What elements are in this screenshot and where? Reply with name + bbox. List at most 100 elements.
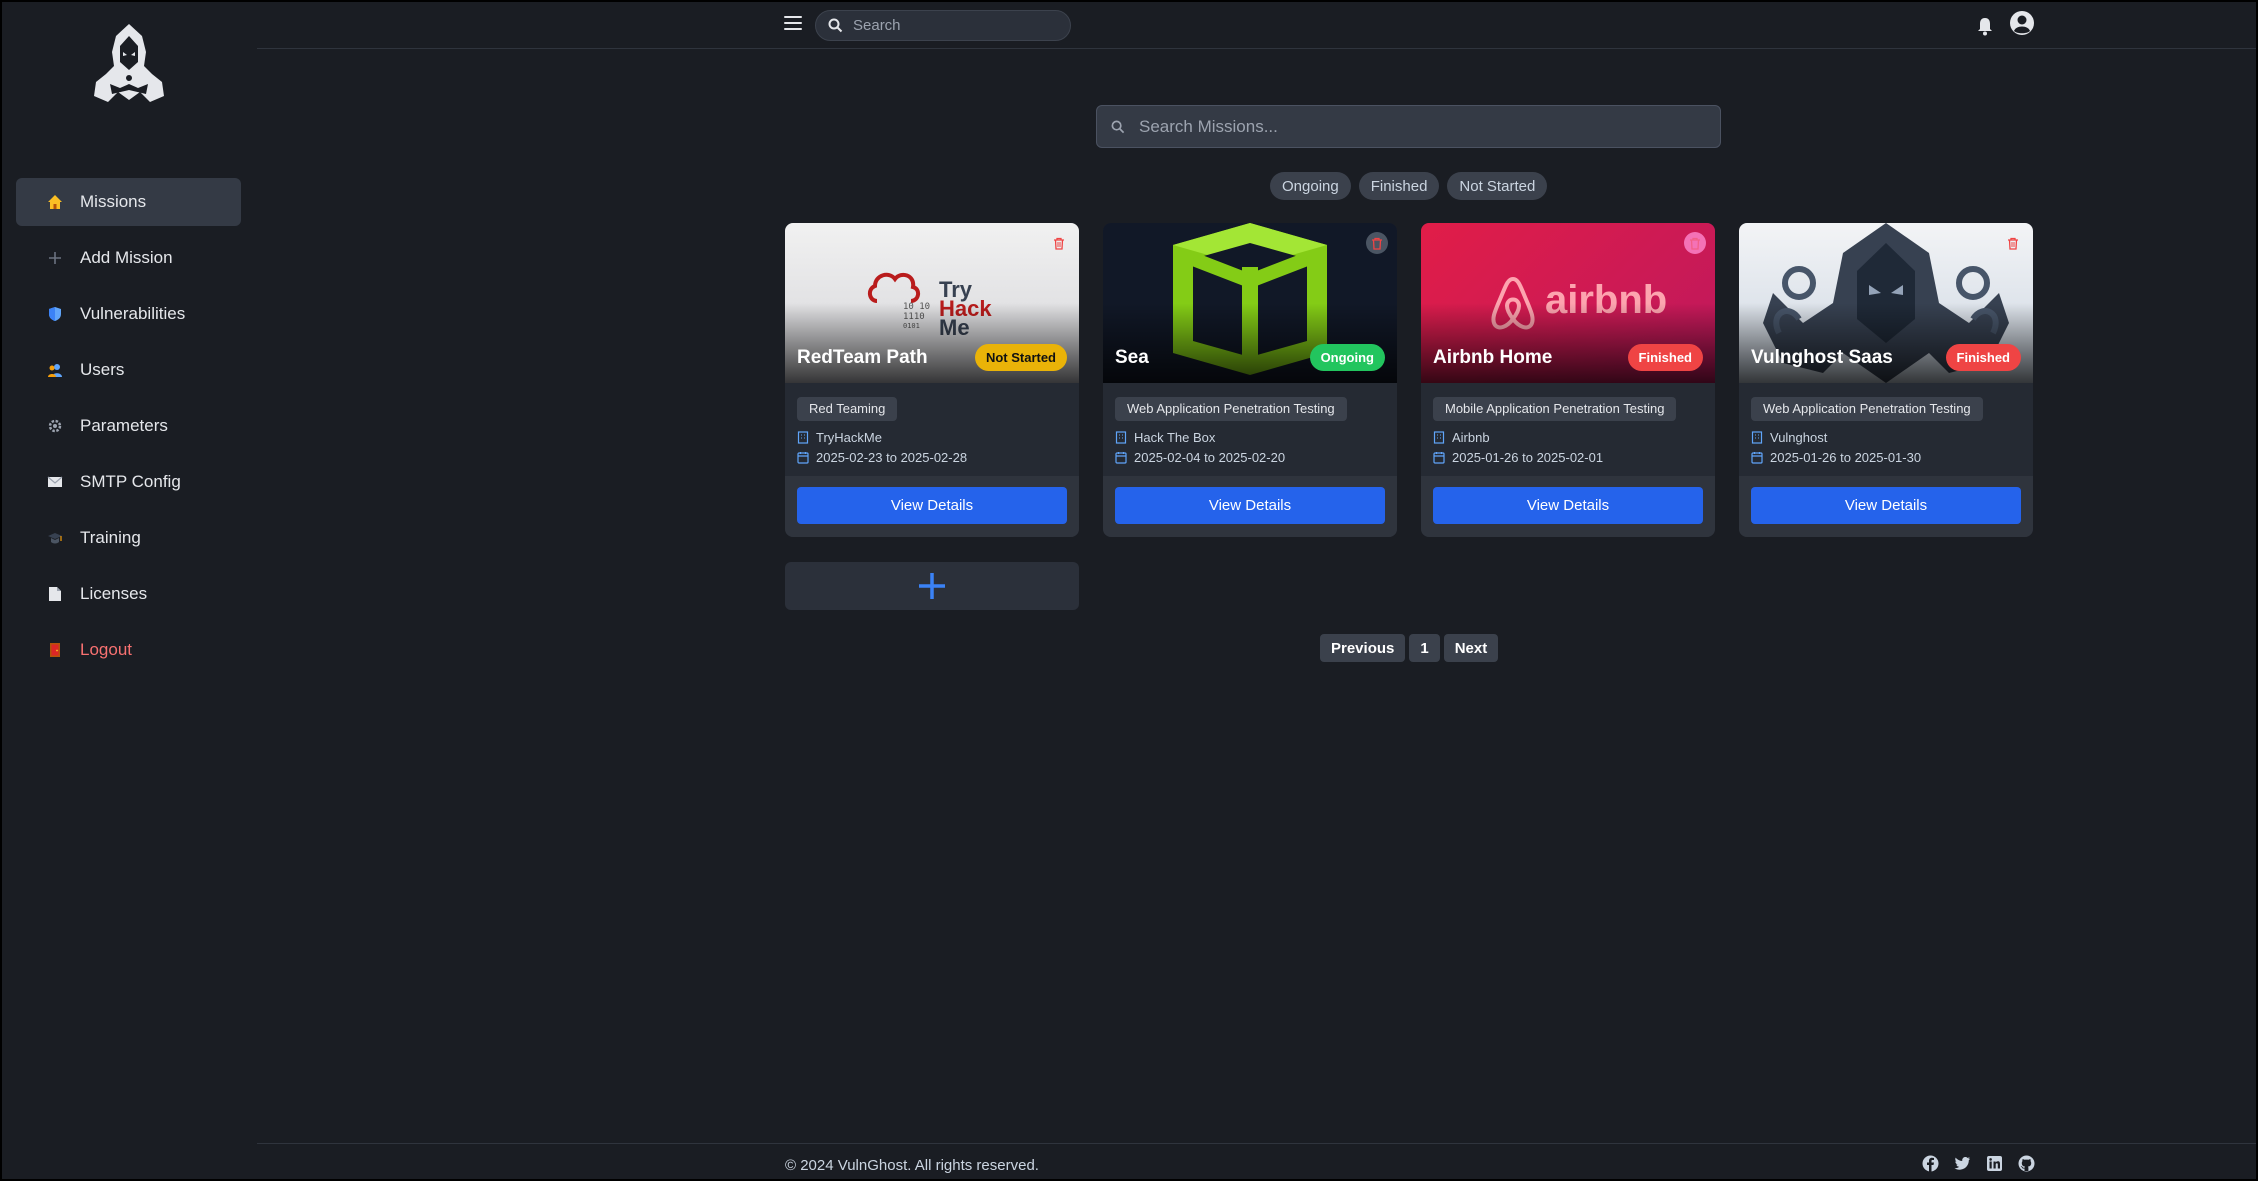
- mission-details: Red Teaming TryHackMe 2025-02-23 to 2025…: [785, 383, 1079, 476]
- sidebar-item-label: Vulnerabilities: [80, 304, 186, 323]
- copyright-text: © 2024 VulnGhost. All rights reserved.: [785, 1157, 1039, 1174]
- previous-page-button[interactable]: Previous: [1320, 634, 1406, 662]
- door-icon: [46, 641, 64, 659]
- mission-title: Airbnb Home: [1433, 347, 1553, 368]
- mission-details: Web Application Penetration Testing Vuln…: [1739, 383, 2033, 476]
- client-name: TryHackMe: [816, 429, 882, 445]
- sidebar-item-users[interactable]: Users: [16, 346, 241, 394]
- filter-not-started[interactable]: Not Started: [1447, 172, 1548, 200]
- card-footer: View Details: [785, 476, 1079, 537]
- status-filters: Ongoing Finished Not Started: [1270, 172, 1548, 200]
- search-icon: [1111, 120, 1125, 133]
- trash-icon: [2008, 237, 2018, 250]
- gear-icon: [46, 417, 64, 435]
- status-badge: Not Started: [974, 344, 1067, 371]
- date-range: 2025-02-23 to 2025-02-28: [816, 449, 968, 465]
- sidebar-item-label: Add Mission: [80, 248, 173, 267]
- trash-icon: [1054, 237, 1064, 250]
- client-name: Airbnb: [1452, 429, 1490, 445]
- menu-toggle-icon[interactable]: [784, 16, 802, 32]
- trash-icon: [1690, 237, 1700, 250]
- mission-search-input[interactable]: [1139, 116, 1699, 137]
- mission-card: Sea Ongoing Web Application Penetration …: [1103, 223, 1397, 537]
- sidebar-item-smtp-config[interactable]: SMTP Config: [16, 458, 241, 506]
- view-details-button[interactable]: View Details: [1751, 487, 2021, 524]
- client-row: TryHackMe: [797, 427, 1067, 447]
- building-icon: [1751, 430, 1763, 444]
- mission-details: Web Application Penetration Testing Hack…: [1103, 383, 1397, 476]
- social-links: [1922, 1155, 2035, 1172]
- github-icon[interactable]: [2018, 1155, 2035, 1172]
- mail-icon: [46, 473, 64, 491]
- sidebar-item-label: Missions: [80, 192, 147, 211]
- card-footer: View Details: [1421, 476, 1715, 537]
- home-icon: [46, 193, 64, 211]
- sidebar-item-label: Logout: [80, 640, 132, 659]
- building-icon: [1433, 430, 1445, 444]
- status-badge: Finished: [1627, 344, 1703, 371]
- facebook-icon[interactable]: [1922, 1155, 1939, 1172]
- filter-finished[interactable]: Finished: [1358, 172, 1440, 200]
- mission-search[interactable]: [1096, 105, 1721, 148]
- sidebar-item-missions[interactable]: Missions: [16, 178, 241, 226]
- sidebar-item-vulnerabilities[interactable]: Vulnerabilities: [16, 290, 241, 338]
- sidebar-item-licenses[interactable]: Licenses: [16, 570, 241, 618]
- date-row: 2025-02-04 to 2025-02-20: [1115, 447, 1385, 467]
- plus-icon: [46, 249, 64, 267]
- mission-image: airbnb Airbnb Home Finished: [1421, 223, 1715, 383]
- sidebar-nav: Missions Add Mission Vulnerabilities Use…: [16, 178, 241, 682]
- card-footer: View Details: [1103, 476, 1397, 537]
- trash-icon: [1372, 237, 1382, 250]
- page-number-button[interactable]: 1: [1409, 634, 1440, 662]
- sidebar-item-training[interactable]: Training: [16, 514, 241, 562]
- delete-mission-button[interactable]: [1048, 232, 1070, 254]
- date-range: 2025-01-26 to 2025-01-30: [1770, 449, 1922, 465]
- sidebar-item-parameters[interactable]: Parameters: [16, 402, 241, 450]
- shield-icon: [46, 305, 64, 323]
- next-page-button[interactable]: Next: [1443, 634, 1499, 662]
- calendar-icon: [797, 451, 809, 464]
- users-icon: [46, 361, 64, 379]
- card-footer: View Details: [1739, 476, 2033, 537]
- global-search-input[interactable]: [853, 17, 1053, 34]
- client-row: Hack The Box: [1115, 427, 1385, 447]
- search-icon: [828, 18, 843, 33]
- bell-icon[interactable]: [1976, 16, 1994, 36]
- global-search[interactable]: [815, 10, 1071, 41]
- date-row: 2025-01-26 to 2025-02-01: [1433, 447, 1703, 467]
- delete-mission-button[interactable]: [1684, 232, 1706, 254]
- filter-ongoing[interactable]: Ongoing: [1270, 172, 1351, 200]
- date-range: 2025-02-04 to 2025-02-20: [1134, 449, 1286, 465]
- mission-cards: 10 10 1110 0101 Try Hack Me RedTeam Path…: [785, 223, 2033, 537]
- view-details-button[interactable]: View Details: [1115, 487, 1385, 524]
- linkedin-icon[interactable]: [1986, 1155, 2003, 1172]
- delete-mission-button[interactable]: [1366, 232, 1388, 254]
- sidebar-item-label: Users: [80, 360, 125, 379]
- view-details-button[interactable]: View Details: [797, 487, 1067, 524]
- mission-details: Mobile Application Penetration Testing A…: [1421, 383, 1715, 476]
- sidebar-item-logout[interactable]: Logout: [16, 626, 241, 674]
- mission-image: 10 10 1110 0101 Try Hack Me RedTeam Path…: [785, 223, 1079, 383]
- building-icon: [1115, 430, 1127, 444]
- category-tag: Red Teaming: [797, 397, 898, 421]
- view-details-button[interactable]: View Details: [1433, 487, 1703, 524]
- calendar-icon: [1433, 451, 1445, 464]
- twitter-icon[interactable]: [1954, 1155, 1971, 1172]
- mission-card: 10 10 1110 0101 Try Hack Me RedTeam Path…: [785, 223, 1079, 537]
- status-badge: Finished: [1945, 344, 2021, 371]
- vulnghost-logo[interactable]: [90, 22, 168, 108]
- sidebar-item-add-mission[interactable]: Add Mission: [16, 234, 241, 282]
- delete-mission-button[interactable]: [2002, 232, 2024, 254]
- mission-title: RedTeam Path: [797, 347, 928, 368]
- sidebar-item-label: SMTP Config: [80, 472, 181, 491]
- client-row: Airbnb: [1433, 427, 1703, 447]
- mission-title: Vulnghost Saas: [1751, 347, 1893, 368]
- add-mission-card-button[interactable]: [785, 562, 1079, 610]
- date-row: 2025-02-23 to 2025-02-28: [797, 447, 1067, 467]
- building-icon: [797, 430, 809, 444]
- document-icon: [46, 585, 64, 603]
- user-avatar-icon[interactable]: [2009, 10, 2035, 36]
- client-row: Vulnghost: [1751, 427, 2021, 447]
- date-range: 2025-01-26 to 2025-02-01: [1452, 449, 1604, 465]
- calendar-icon: [1115, 451, 1127, 464]
